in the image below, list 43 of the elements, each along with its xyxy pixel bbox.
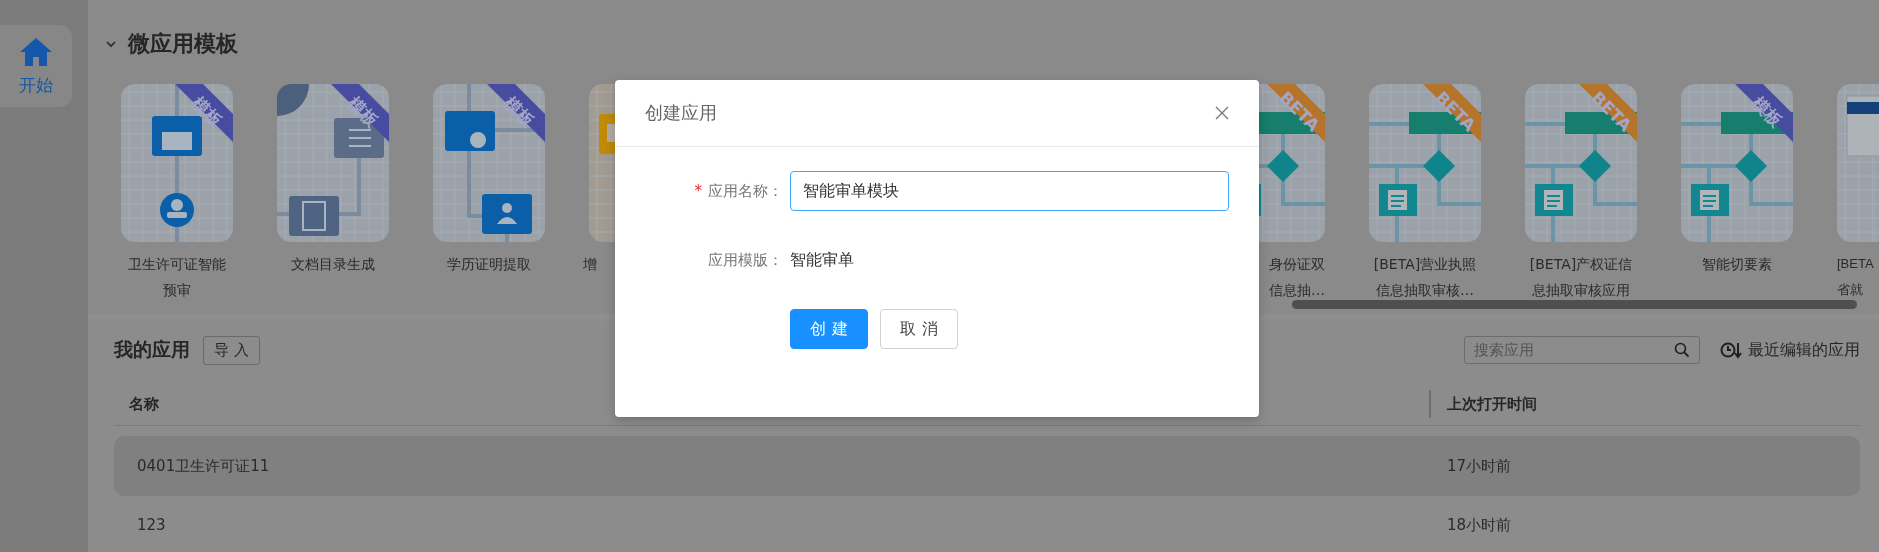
template-name: 息抽取审核应用 [1532,281,1630,300]
table-cell-text: 0401卫生许可证11 [136,456,271,476]
table-row[interactable]: 123 18小时前 [114,498,1860,552]
corner-ribbon: 模板 [1735,84,1793,142]
template-thumbnail[interactable]: 模板 [277,84,389,242]
template-name: 增 [583,255,597,274]
table-cell-text: 123 [136,516,167,534]
table-cell-text: 17小时前 [1446,456,1513,476]
import-button[interactable]: 导 入 [203,335,260,365]
sort-button[interactable]: 最近编辑的应用 [1720,339,1860,361]
corner-ribbon: 模板 [331,84,389,142]
field-value: 智能审单 [790,249,854,271]
corner-ribbon: 模板 [487,84,545,142]
template-name: 信息抽… [1269,281,1325,300]
name-input-field[interactable]: 智能审单模块 [790,171,1229,211]
section-title: 微应用模板 [128,30,238,58]
template-name: [BETA]产权证信 [1529,255,1633,274]
column-header: 名称 [128,394,160,414]
template-name: 信息抽取审核… [1376,281,1474,300]
required-mark: * [694,182,702,200]
template-name: 身份证双 [1269,255,1325,274]
section-title: 我的应用 [114,337,190,362]
template-name: [BETA [1837,255,1874,273]
table-cell-text: 18小时前 [1446,515,1513,535]
field-label: 应用名称： [708,181,783,201]
template-name: 省就 [1837,281,1863,299]
template-name: 卫生许可证智能 [128,255,226,274]
table-row[interactable]: 0401卫生许可证11 17小时前 [114,436,1860,496]
template-thumbnail[interactable]: 模板 [433,84,545,242]
column-header: 上次打开时间 [1429,390,1860,418]
template-thumbnail[interactable]: 模板 [121,84,233,242]
template-name: 智能切要素 [1702,255,1772,274]
corner-ribbon: 模板 [175,84,233,142]
template-name: 学历证明提取 [447,255,531,274]
template-name: 预审 [163,281,191,300]
dialog-title: 创建应用 [645,101,717,125]
template-thumbnail[interactable]: 模板 [1681,84,1793,242]
field-label: 应用模版： [708,250,783,270]
template-name: [BETA]营业执照 [1373,255,1477,274]
home-nav-item[interactable]: 开始 [0,25,72,107]
cancel-button[interactable]: 取 消 [880,309,958,349]
template-name: 文档目录生成 [291,255,375,274]
create-button[interactable]: 创 建 [790,309,868,349]
